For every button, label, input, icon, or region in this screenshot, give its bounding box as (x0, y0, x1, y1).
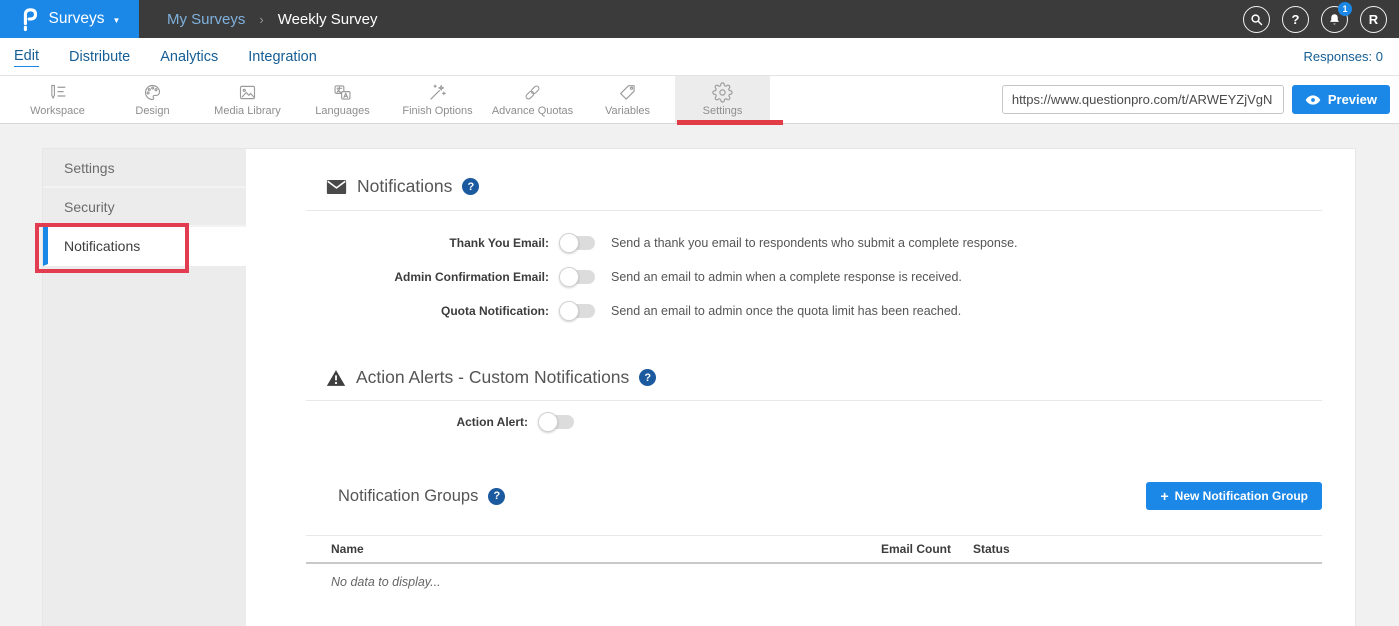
sidebar-item-security[interactable]: Security (43, 188, 246, 227)
toolbar-item-languages[interactable]: Languages (295, 76, 390, 123)
admin-confirmation-email-row: Admin Confirmation Email: Send an email … (306, 267, 1322, 287)
toolbar-item-workspace[interactable]: Workspace (10, 76, 105, 123)
toolbar-label: Design (135, 105, 169, 117)
toolbar-item-finish-options[interactable]: Finish Options (390, 76, 485, 123)
notifications-section-header: Notifications ? (306, 176, 1322, 197)
chevron-down-icon: ▼ (113, 16, 121, 25)
responses-count[interactable]: Responses: 0 (1304, 49, 1399, 64)
divider (306, 210, 1322, 211)
tab-distribute[interactable]: Distribute (69, 47, 130, 67)
toolbar-item-media-library[interactable]: Media Library (200, 76, 295, 123)
column-header-status: Status (973, 542, 1322, 556)
annotation-settings-underline (677, 120, 783, 125)
notification-groups-header: Notification Groups ? + New Notification… (306, 482, 1322, 510)
quota-notification-row: Quota Notification: Send an email to adm… (306, 301, 1322, 321)
new-group-label: New Notification Group (1175, 489, 1308, 503)
tab-analytics[interactable]: Analytics (160, 47, 218, 67)
settings-card: Settings Security Notifications Notifica… (42, 148, 1356, 626)
groups-title: Notification Groups (338, 487, 478, 506)
toolbar-label: Media Library (214, 105, 281, 117)
preview-button[interactable]: Preview (1292, 85, 1390, 114)
survey-url-input[interactable] (1002, 85, 1284, 114)
survey-nav: Edit Distribute Analytics Integration Re… (0, 38, 1399, 76)
plus-icon: + (1160, 488, 1168, 504)
toolbar-item-variables[interactable]: Variables (580, 76, 675, 123)
settings-content: Notifications ? Thank You Email: Send a … (246, 149, 1355, 626)
action-alert-toggle[interactable] (540, 415, 574, 429)
toolbar-item-settings[interactable]: Settings (675, 76, 770, 123)
settings-page: Settings Security Notifications Notifica… (0, 124, 1399, 626)
sidebar-item-notifications[interactable]: Notifications (43, 227, 246, 266)
breadcrumb-current-survey: Weekly Survey (278, 11, 378, 28)
toolbar-item-design[interactable]: Design (105, 76, 200, 123)
account-avatar[interactable]: R (1360, 6, 1387, 33)
table-empty-message: No data to display... (306, 575, 1322, 589)
search-button[interactable] (1243, 6, 1270, 33)
quota-notification-toggle[interactable] (561, 304, 595, 318)
breadcrumb-my-surveys[interactable]: My Surveys (167, 11, 245, 28)
section-title: Action Alerts - Custom Notifications (356, 367, 629, 388)
tab-integration[interactable]: Integration (248, 47, 317, 67)
envelope-icon (326, 179, 347, 195)
toolbar-label: Finish Options (402, 105, 472, 117)
finish-options-icon (427, 82, 448, 103)
table-header-row: Name Email Count Status (306, 535, 1322, 564)
toolbar-label: Workspace (30, 105, 85, 117)
notification-count-badge: 1 (1338, 2, 1352, 16)
section-title: Notifications (357, 176, 452, 197)
search-icon (1249, 12, 1264, 27)
admin-confirmation-email-desc: Send an email to admin when a complete r… (611, 270, 962, 284)
divider (306, 400, 1322, 401)
media-library-icon (237, 82, 258, 103)
design-icon (142, 82, 163, 103)
notification-groups-table: Name Email Count Status No data to displ… (306, 535, 1322, 589)
action-alert-row: Action Alert: (306, 412, 1322, 432)
product-switcher[interactable]: Surveys ▼ (0, 0, 139, 38)
variables-icon (617, 82, 638, 103)
questionpro-logo-icon (19, 6, 41, 32)
languages-icon (332, 82, 353, 103)
breadcrumb: My Surveys › Weekly Survey (167, 11, 377, 28)
column-header-email-count: Email Count (881, 542, 973, 556)
action-alerts-section-header: Action Alerts - Custom Notifications ? (306, 367, 1322, 388)
thank-you-email-row: Thank You Email: Send a thank you email … (306, 233, 1322, 253)
toolbar-label: Variables (605, 105, 650, 117)
sidebar-item-settings[interactable]: Settings (43, 149, 246, 188)
question-mark-icon: ? (1292, 12, 1300, 27)
quota-notification-label: Quota Notification: (306, 304, 549, 318)
product-name: Surveys (49, 10, 105, 28)
eye-icon (1305, 94, 1321, 106)
new-notification-group-button[interactable]: + New Notification Group (1146, 482, 1322, 510)
top-bar: Surveys ▼ My Surveys › Weekly Survey ? 1… (0, 0, 1399, 38)
edit-toolbar: Workspace Design Media Library Languages (0, 76, 1399, 124)
tab-edit[interactable]: Edit (14, 46, 39, 67)
action-alert-label: Action Alert: (306, 415, 528, 429)
advance-quotas-icon (522, 82, 543, 103)
column-header-name: Name (306, 542, 881, 556)
preview-label: Preview (1328, 92, 1377, 107)
help-button[interactable]: ? (1282, 6, 1309, 33)
warning-triangle-icon (326, 369, 346, 387)
thank-you-email-desc: Send a thank you email to respondents wh… (611, 236, 1018, 250)
thank-you-email-label: Thank You Email: (306, 236, 549, 250)
workspace-icon (47, 82, 68, 103)
help-icon[interactable]: ? (488, 488, 505, 505)
toolbar-label: Advance Quotas (492, 105, 573, 117)
notifications-button[interactable]: 1 (1321, 6, 1348, 33)
settings-gear-icon (712, 82, 733, 103)
toolbar-item-advance-quotas[interactable]: Advance Quotas (485, 76, 580, 123)
help-icon[interactable]: ? (639, 369, 656, 386)
toolbar-label: Settings (703, 105, 743, 117)
settings-sidebar: Settings Security Notifications (43, 149, 246, 626)
avatar-initial: R (1369, 12, 1378, 27)
help-icon[interactable]: ? (462, 178, 479, 195)
thank-you-email-toggle[interactable] (561, 236, 595, 250)
admin-confirmation-email-label: Admin Confirmation Email: (306, 270, 549, 284)
breadcrumb-separator: › (259, 12, 263, 27)
admin-confirmation-email-toggle[interactable] (561, 270, 595, 284)
toolbar-label: Languages (315, 105, 369, 117)
quota-notification-desc: Send an email to admin once the quota li… (611, 304, 961, 318)
